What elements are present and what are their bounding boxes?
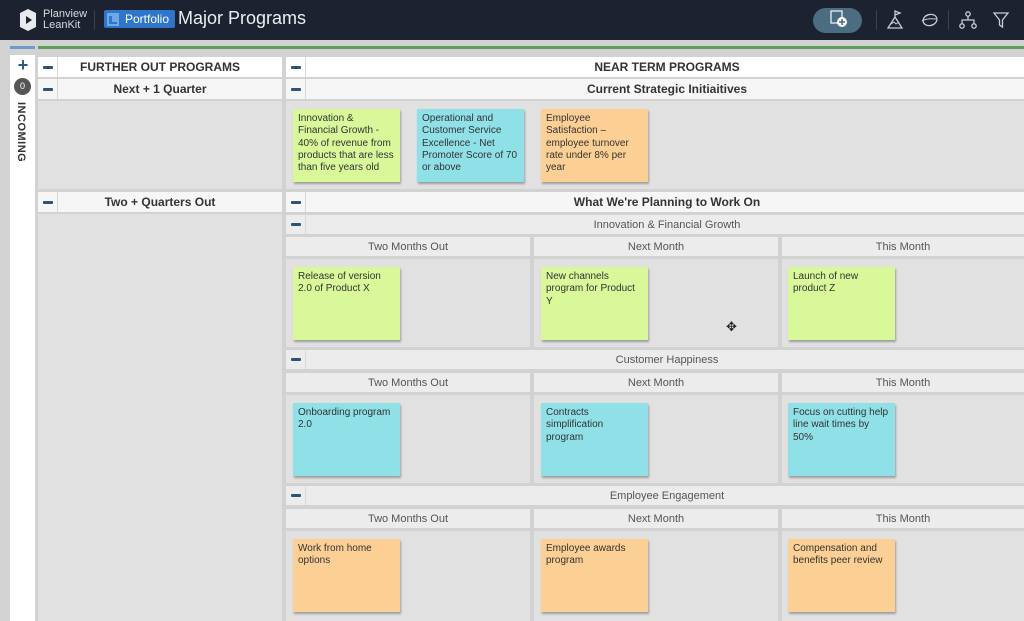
- lane-title: NEAR TERM PROGRAMS: [594, 60, 740, 74]
- filter-icon[interactable]: [991, 10, 1011, 30]
- card[interactable]: Employee Satisfaction – employee turnove…: [541, 109, 648, 182]
- group-title: Employee Engagement: [609, 489, 725, 502]
- mountain-flag-icon[interactable]: [886, 10, 906, 30]
- collapse-button[interactable]: [286, 486, 306, 505]
- move-cursor-icon: ✥: [726, 319, 737, 334]
- minus-icon: [42, 65, 53, 69]
- column-header: This Month: [782, 237, 1024, 256]
- column-header: This Month: [782, 509, 1024, 528]
- divider: [876, 10, 877, 30]
- minus-icon: [290, 200, 301, 204]
- portfolio-icon: [107, 12, 119, 26]
- group-header-customer-happiness: Customer Happiness: [286, 350, 1024, 369]
- lane-header-strategic-initiatives: Current Strategic Initiaitives: [286, 79, 1024, 99]
- board-title: Major Programs: [178, 8, 307, 28]
- card[interactable]: Compensation and benefits peer review: [788, 539, 895, 612]
- minus-icon: [42, 200, 53, 204]
- lane-title: What We're Planning to Work On: [573, 195, 761, 209]
- card[interactable]: Innovation & Financial Growth - 40% of r…: [293, 109, 400, 182]
- board-progress-strip: [38, 46, 1024, 49]
- lane-header-planning: What We're Planning to Work On: [286, 192, 1024, 212]
- collapse-button[interactable]: [286, 79, 306, 99]
- card[interactable]: Contracts simplification program: [541, 403, 648, 476]
- lane-title: Two + Quarters Out: [104, 195, 216, 209]
- minus-icon: [290, 223, 301, 226]
- add-card-icon: [828, 8, 848, 33]
- collapse-button[interactable]: [286, 215, 306, 234]
- card[interactable]: Work from home options: [293, 539, 400, 612]
- incoming-label: INCOMING: [15, 102, 27, 163]
- lane-title: FURTHER OUT PROGRAMS: [80, 60, 240, 74]
- expand-incoming-button[interactable]: +: [17, 56, 29, 74]
- collapse-button[interactable]: [38, 192, 58, 212]
- card[interactable]: Onboarding program 2.0: [293, 403, 400, 476]
- near-term-header: NEAR TERM PROGRAMS: [286, 57, 1024, 77]
- column-header: Next Month: [534, 373, 778, 392]
- incoming-progress-strip: [10, 46, 35, 49]
- divider: [94, 10, 95, 30]
- card[interactable]: Launch of new product Z: [788, 267, 895, 340]
- column-header: This Month: [782, 373, 1024, 392]
- group-header-employee-engagement: Employee Engagement: [286, 486, 1024, 505]
- minus-icon: [290, 358, 301, 361]
- minus-icon: [290, 65, 301, 69]
- portfolio-label: Portfolio: [125, 12, 170, 26]
- group-title: Innovation & Financial Growth: [593, 218, 741, 231]
- lane-next-1-quarter[interactable]: [38, 101, 282, 189]
- lane-title: Next + 1 Quarter: [113, 82, 207, 96]
- card[interactable]: Employee awards program: [541, 539, 648, 612]
- add-card-button[interactable]: [813, 8, 862, 33]
- collapse-button[interactable]: [286, 350, 306, 369]
- collapse-button[interactable]: [286, 57, 306, 77]
- lane-header-next-1-quarter: Next + 1 Quarter: [38, 79, 282, 99]
- minus-icon: [290, 87, 301, 91]
- minus-icon: [290, 494, 301, 497]
- collapse-button[interactable]: [38, 57, 58, 77]
- divider: [948, 10, 949, 30]
- column-header: Two Months Out: [286, 373, 530, 392]
- top-navigation-bar: Planview LeanKit Portfolio Major Program…: [0, 0, 1024, 40]
- hierarchy-icon[interactable]: [958, 10, 978, 30]
- logo-line-2: LeanKit: [43, 19, 81, 31]
- column-header: Two Months Out: [286, 509, 530, 528]
- planview-logo-icon[interactable]: [18, 9, 38, 31]
- card[interactable]: Operational and Customer Service Excelle…: [417, 109, 524, 182]
- group-header-innovation: Innovation & Financial Growth: [286, 215, 1024, 234]
- card[interactable]: New channels program for Product Y: [541, 267, 648, 340]
- column-header: Next Month: [534, 237, 778, 256]
- collapse-button[interactable]: [38, 79, 58, 99]
- collapse-button[interactable]: [286, 192, 306, 212]
- column-header: Two Months Out: [286, 237, 530, 256]
- minus-icon: [42, 87, 53, 91]
- card[interactable]: Focus on cutting help line wait times by…: [788, 403, 895, 476]
- further-out-header: FURTHER OUT PROGRAMS: [38, 57, 282, 77]
- card[interactable]: Release of version 2.0 of Product X: [293, 267, 400, 340]
- tag-icon[interactable]: [919, 10, 939, 30]
- logo-text: Planview LeanKit: [43, 9, 87, 31]
- lane-two-quarters-out[interactable]: [38, 214, 282, 621]
- group-title: Customer Happiness: [615, 353, 719, 366]
- lane-header-two-quarters-out: Two + Quarters Out: [38, 192, 282, 212]
- portfolio-badge[interactable]: Portfolio: [104, 10, 176, 28]
- lane-title: Current Strategic Initiaitives: [586, 82, 748, 96]
- column-header: Next Month: [534, 509, 778, 528]
- incoming-count-badge: 0: [14, 78, 31, 95]
